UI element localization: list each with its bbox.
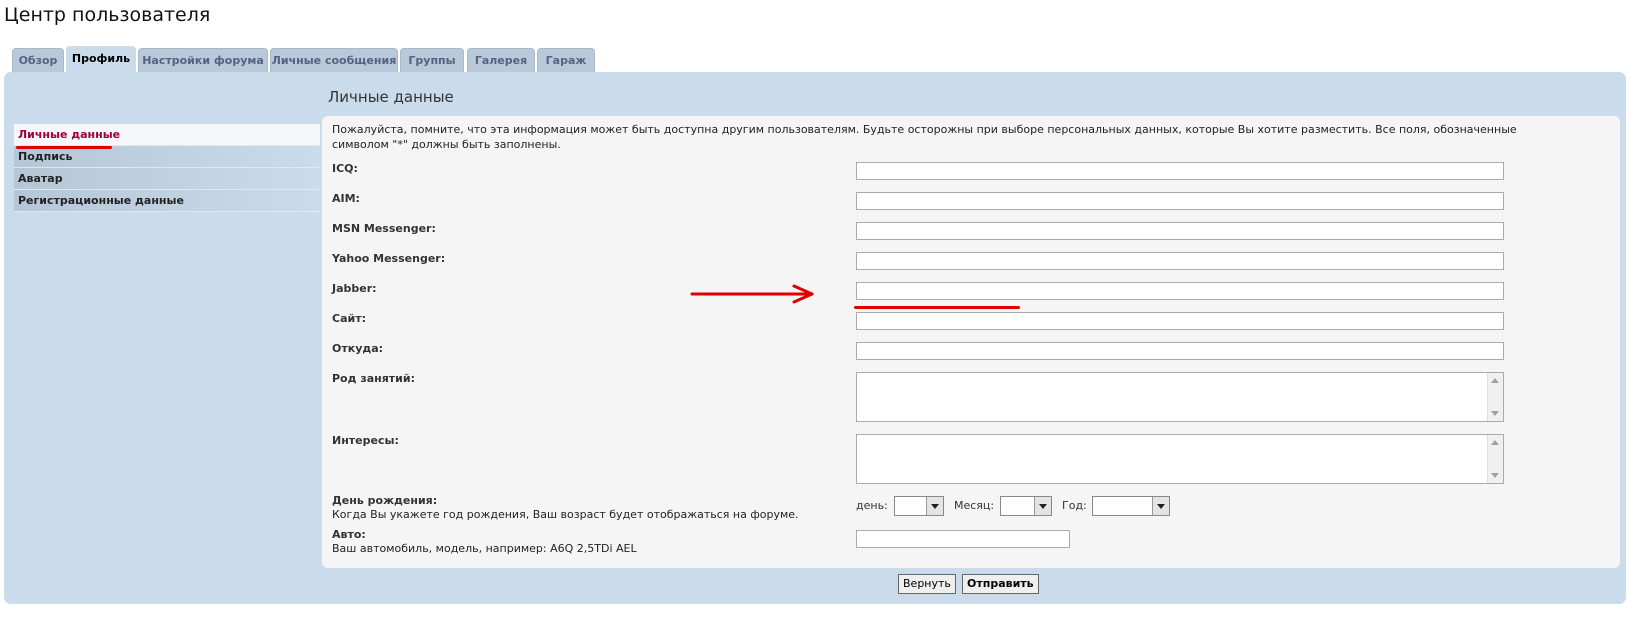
site-label: Сайт: xyxy=(332,312,366,325)
auto-label-text: Авто: xyxy=(332,528,366,541)
tab-private-messages[interactable]: Личные сообщения xyxy=(270,48,398,72)
submit-button[interactable]: Отправить xyxy=(962,574,1039,594)
birthday-hint: Когда Вы укажете год рождения, Ваш возра… xyxy=(332,508,799,521)
sidebar-item-avatar[interactable]: Аватар xyxy=(14,168,320,190)
location-label: Откуда: xyxy=(332,342,384,355)
annotation-underline-sidebar xyxy=(16,146,112,149)
scroll-up-icon[interactable] xyxy=(1491,440,1499,445)
tab-profile[interactable]: Профиль xyxy=(66,46,136,72)
location-input[interactable] xyxy=(856,342,1504,360)
msn-label: MSN Messenger: xyxy=(332,222,436,235)
sidebar-item-personal-data[interactable]: Личные данные xyxy=(14,124,320,146)
tab-garage[interactable]: Гараж xyxy=(537,48,595,72)
tab-groups[interactable]: Группы xyxy=(400,48,464,72)
sidebar-item-signature[interactable]: Подпись xyxy=(14,146,320,168)
year-select[interactable] xyxy=(1092,496,1170,516)
site-input[interactable] xyxy=(856,312,1504,330)
aim-input[interactable] xyxy=(856,192,1504,210)
scroll-up-icon[interactable] xyxy=(1491,378,1499,383)
auto-input[interactable] xyxy=(856,530,1070,548)
day-label: день: xyxy=(856,499,888,512)
occupation-scrollbar[interactable] xyxy=(1487,373,1503,421)
birthday-label-text: День рождения: xyxy=(332,494,438,507)
scroll-down-icon[interactable] xyxy=(1491,473,1499,478)
yahoo-input[interactable] xyxy=(856,252,1504,270)
month-label: Месяц: xyxy=(954,499,995,512)
birthday-label: День рождения: Когда Вы укажете год рожд… xyxy=(332,494,799,521)
interests-scrollbar[interactable] xyxy=(1487,435,1503,483)
page-title: Центр пользователя xyxy=(4,4,211,26)
annotation-underline-jabber xyxy=(854,306,1020,309)
auto-label: Авто: Ваш автомобиль, модель, например: … xyxy=(332,528,637,555)
chevron-down-icon[interactable] xyxy=(926,497,943,515)
section-title: Личные данные xyxy=(328,88,454,106)
yahoo-label: Yahoo Messenger: xyxy=(332,252,446,265)
scroll-down-icon[interactable] xyxy=(1491,411,1499,416)
sidebar-item-registration[interactable]: Регистрационные данные xyxy=(14,190,320,212)
profile-panel: Личные данные Подпись Аватар Регистрацио… xyxy=(4,72,1626,604)
tab-gallery[interactable]: Галерея xyxy=(467,48,535,72)
annotation-arrow-icon xyxy=(690,284,814,304)
month-select[interactable] xyxy=(1000,496,1052,516)
tab-forum-settings[interactable]: Настройки форума xyxy=(138,48,268,72)
occupation-label: Род занятий: xyxy=(332,372,415,385)
occupation-textarea[interactable] xyxy=(856,372,1504,422)
sidebar: Личные данные Подпись Аватар Регистрацио… xyxy=(14,124,320,212)
chevron-down-icon[interactable] xyxy=(1034,497,1051,515)
form-content: Пожалуйста, помните, что эта информация … xyxy=(322,116,1620,568)
interests-textarea[interactable] xyxy=(856,434,1504,484)
jabber-label: Jabber: xyxy=(332,282,377,295)
reset-button[interactable]: Вернуть xyxy=(898,574,956,594)
msn-input[interactable] xyxy=(856,222,1504,240)
interests-label: Интересы: xyxy=(332,434,399,447)
icq-input[interactable] xyxy=(856,162,1504,180)
chevron-down-icon[interactable] xyxy=(1152,497,1169,515)
tab-overview[interactable]: Обзор xyxy=(12,48,64,72)
jabber-input[interactable] xyxy=(856,282,1504,300)
auto-hint: Ваш автомобиль, модель, например: A6Q 2,… xyxy=(332,542,637,555)
day-select[interactable] xyxy=(894,496,944,516)
aim-label: AIM: xyxy=(332,192,360,205)
icq-label: ICQ: xyxy=(332,162,358,175)
notice-text: Пожалуйста, помните, что эта информация … xyxy=(332,123,1517,151)
year-label: Год: xyxy=(1062,499,1087,512)
